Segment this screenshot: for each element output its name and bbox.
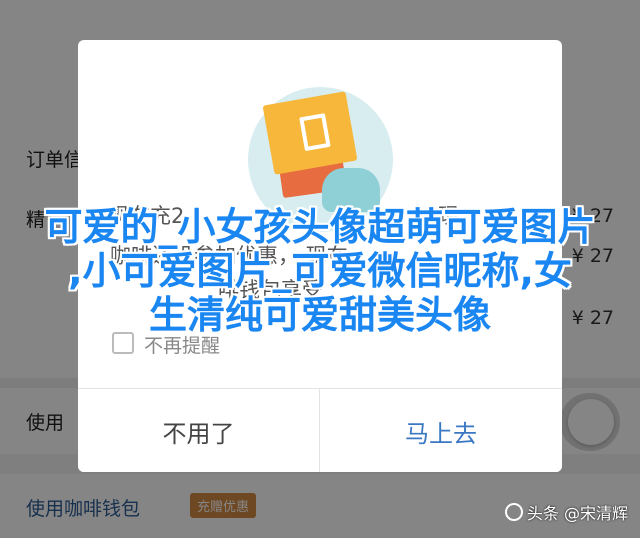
cancel-button[interactable]: 不用了 xyxy=(78,389,320,472)
dialog-buttons: 不用了 马上去 xyxy=(78,388,562,472)
coffee-card-icon xyxy=(262,91,358,175)
caption-line-3: 生清纯可爱甜美头像 xyxy=(148,293,491,337)
confirm-button[interactable]: 马上去 xyxy=(320,389,562,472)
watermark-icon xyxy=(504,503,523,521)
overlay-caption: 可爱的_小女孩头像超萌可爱图片 ,小可爱图片_可爱微信昵称,女 生清纯可爱甜美头… xyxy=(0,205,640,337)
watermark-text: 头条 @宋清辉 xyxy=(526,504,628,523)
caption-line-1: 可爱的_小女孩头像超萌可爱图片 xyxy=(44,205,596,249)
caption-line-2: ,小可爱图片_可爱微信昵称,女 xyxy=(68,249,572,293)
watermark: 头条 @宋清辉 xyxy=(504,500,628,524)
